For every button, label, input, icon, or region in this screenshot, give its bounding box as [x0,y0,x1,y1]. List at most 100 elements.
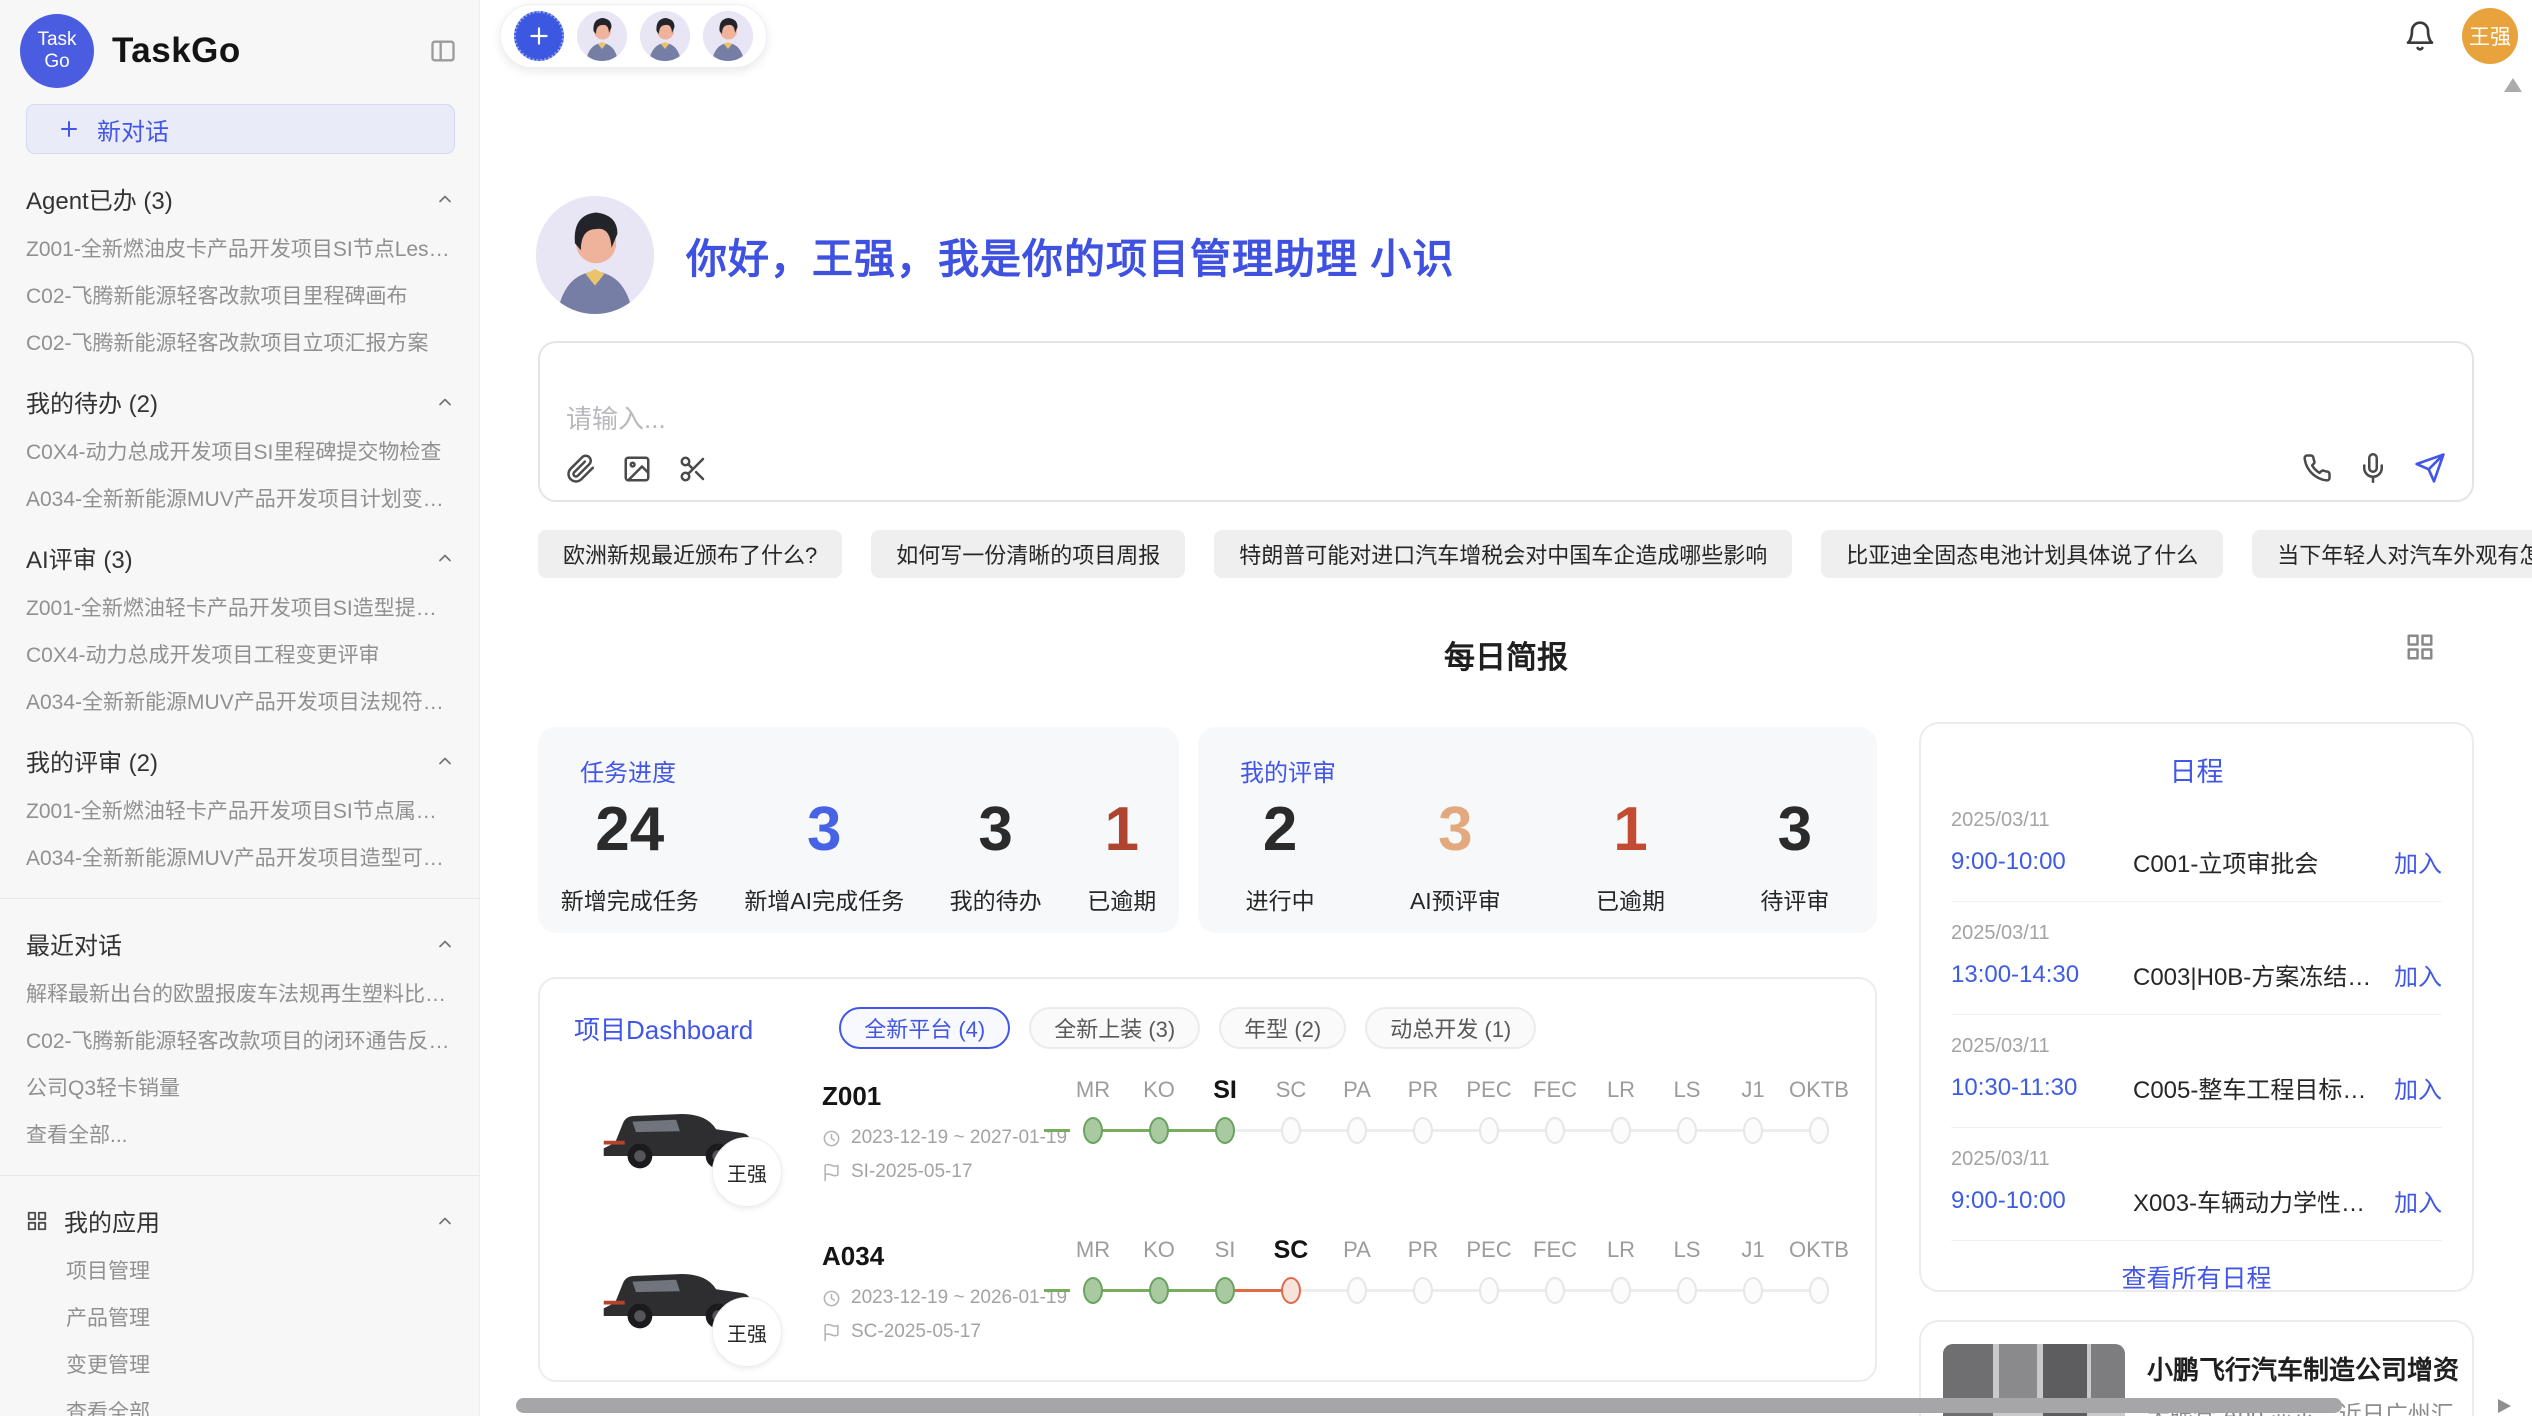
chat-input-card [538,341,2474,502]
stat-label: 我的待办 [950,882,1042,916]
dashboard-tabs: 全新平台 (4) 全新上装 (3) 年型 (2) 动总开发 (1) [839,1007,1536,1049]
schedule-event: 2025/03/11 10:30-11:30 C005-整车工程目标评审 加入 [1951,1015,2442,1128]
tab-powertrain[interactable]: 动总开发 (1) [1365,1007,1536,1049]
app-link-project[interactable]: 项目管理 [26,1255,455,1285]
section-ai-review[interactable]: AI评审 (3) [26,540,455,575]
app-link-product[interactable]: 产品管理 [26,1302,455,1332]
milestone-dot [1215,1277,1235,1304]
milestone-dot [1347,1117,1367,1144]
sidebar: Task Go TaskGo 新对话 Agent已办 (3) Z001-全新燃油… [0,0,480,1416]
section-my-apps[interactable]: 我的应用 [26,1203,455,1238]
attachment-icon[interactable] [566,454,596,484]
stat-label: AI预评审 [1410,882,1501,916]
list-item[interactable]: Z001-全新燃油皮卡产品开发项目SI节点Lesson Learn报告 [26,233,455,263]
grid-icon [26,1210,48,1232]
project-row[interactable]: 王强 A034 2023-12-19 ~ 2026-01-19 SC-2025-… [540,1225,1875,1382]
project-row[interactable]: 王强 Z001 2023-12-19 ~ 2027-01-19 SI-2025-… [540,1065,1875,1225]
chat-input[interactable] [540,343,2472,435]
image-upload-icon[interactable] [622,454,652,484]
tab-new-body[interactable]: 全新上装 (3) [1029,1007,1200,1049]
dashboard-title: 项目Dashboard [574,1010,753,1047]
add-agent-button[interactable] [514,11,564,61]
list-item[interactable]: A034-全新新能源MUV产品开发项目计划变更表编写 [26,483,455,513]
project-code: A034 [822,1241,884,1272]
schedule-event: 2025/03/11 13:00-14:30 C003|H0B-方案冻结评审 加… [1951,902,2442,1015]
send-icon[interactable] [2414,452,2446,484]
stat-value: 1 [1087,794,1156,866]
logo-text-bottom: Go [44,51,69,73]
event-name: C005-整车工程目标评审 [2133,1070,2380,1105]
stat-value: 3 [950,794,1042,866]
agent-avatar[interactable] [640,11,690,61]
mic-icon[interactable] [2358,453,2388,483]
schedule-card: 日程 2025/03/11 9:00-10:00 C001-立项审批会 加入 2… [1919,722,2474,1292]
suggestion-chip[interactable]: 欧洲新规最近颁布了什么? [538,530,842,578]
list-item[interactable]: A034-全新新能源MUV产品开发项目造型可行性评审 [26,842,455,872]
section-my-todo[interactable]: 我的待办 (2) [26,384,455,419]
agent-avatar[interactable] [703,11,753,61]
list-item[interactable]: Z001-全新燃油轻卡产品开发项目SI节点属性5D文件评审 [26,795,455,825]
event-time: 9:00-10:00 [1951,1187,2133,1215]
section-recent-chats[interactable]: 最近对话 [26,926,455,961]
milestone-dot [1479,1117,1499,1144]
view-all-apps[interactable]: 查看全部... [26,1396,455,1416]
suggestion-chip[interactable]: 特朗普可能对进口汽车增税会对中国车企造成哪些影响 [1214,530,1792,578]
section-my-review[interactable]: 我的评审 (2) [26,743,455,778]
tab-year-model[interactable]: 年型 (2) [1219,1007,1346,1049]
list-item[interactable]: Z001-全新燃油轻卡产品开发项目SI造型提交物评审 [26,592,455,622]
view-all-recent[interactable]: 查看全部... [26,1119,455,1149]
milestone-dot [1281,1117,1301,1144]
bell-icon[interactable] [2404,20,2436,52]
list-item[interactable]: 公司Q3轻卡销量 [26,1072,455,1102]
project-dates: 2023-12-19 ~ 2027-01-19 [822,1127,1067,1149]
scroll-up-arrow[interactable] [2504,78,2522,92]
daily-brief-title: 每日简报 [538,632,2474,677]
list-item[interactable]: C0X4-动力总成开发项目SI里程碑提交物检查 [26,436,455,466]
stat: 3 AI预评审 [1410,794,1501,916]
list-item[interactable]: C02-飞腾新能源轻客改款项目的闭环通告反馈情况 [26,1025,455,1055]
stat-label: 新增AI完成任务 [744,882,904,916]
view-all-schedule[interactable]: 查看所有日程 [1921,1259,2472,1295]
join-link[interactable]: 加入 [2394,1070,2442,1105]
agent-avatar[interactable] [577,11,627,61]
event-time: 13:00-14:30 [1951,961,2133,989]
suggestion-chip[interactable]: 比亚迪全固态电池计划具体说了什么 [1821,530,2223,578]
sidebar-lists: Agent已办 (3) Z001-全新燃油皮卡产品开发项目SI节点Lesson … [0,181,479,1416]
screenshot-icon[interactable] [678,454,708,484]
join-link[interactable]: 加入 [2394,957,2442,992]
join-link[interactable]: 加入 [2394,844,2442,879]
list-item[interactable]: A034-全新新能源MUV产品开发项目法规符合性评审 [26,686,455,716]
suggestion-chip[interactable]: 当下年轻人对汽车外观有怎样的喜好趋势 [2252,530,2532,578]
section-agent-done[interactable]: Agent已办 (3) [26,181,455,216]
layout-switch-icon[interactable] [2405,632,2435,662]
event-name: C003|H0B-方案冻结评审 [2133,957,2380,992]
phone-icon[interactable] [2302,453,2332,483]
horizontal-scrollbar-thumb[interactable] [516,1398,2342,1413]
list-item[interactable]: C0X4-动力总成开发项目工程变更评审 [26,639,455,669]
stat-label: 已逾期 [1596,882,1665,916]
event-time: 10:30-11:30 [1951,1074,2133,1102]
clock-icon [822,1289,841,1308]
project-flag: SI-2025-05-17 [822,1161,972,1183]
scroll-right-arrow[interactable] [2498,1399,2511,1413]
stat-label: 已逾期 [1087,882,1156,916]
app-link-change[interactable]: 变更管理 [26,1349,455,1379]
list-item[interactable]: C02-飞腾新能源轻客改款项目里程碑画布 [26,280,455,310]
tab-new-platform[interactable]: 全新平台 (4) [839,1007,1010,1049]
owner-badge: 王强 [712,1297,782,1367]
new-chat-button[interactable]: 新对话 [26,104,455,154]
sidebar-collapse-icon[interactable] [429,37,457,65]
event-name: C001-立项审批会 [2133,844,2380,879]
list-item[interactable]: C02-飞腾新能源轻客改款项目立项汇报方案 [26,327,455,357]
suggestion-chip[interactable]: 如何写一份清晰的项目周报 [871,530,1185,578]
news-title: 小鹏飞行汽车制造公司增资 [2147,1350,2459,1387]
chevron-up-icon [435,189,455,209]
user-avatar[interactable]: 王强 [2462,8,2518,64]
list-item[interactable]: 解释最新出台的欧盟报废车法规再生塑料比例被调至15%... [26,978,455,1008]
milestone-dot [1743,1117,1763,1144]
milestone-dot-overdue [1281,1277,1301,1304]
flag-icon [822,1323,841,1342]
event-name: X003-车辆动力学性能验... [2133,1183,2380,1218]
join-link[interactable]: 加入 [2394,1183,2442,1218]
schedule-event: 2025/03/11 9:00-10:00 X003-车辆动力学性能验... 加… [1951,1128,2442,1241]
